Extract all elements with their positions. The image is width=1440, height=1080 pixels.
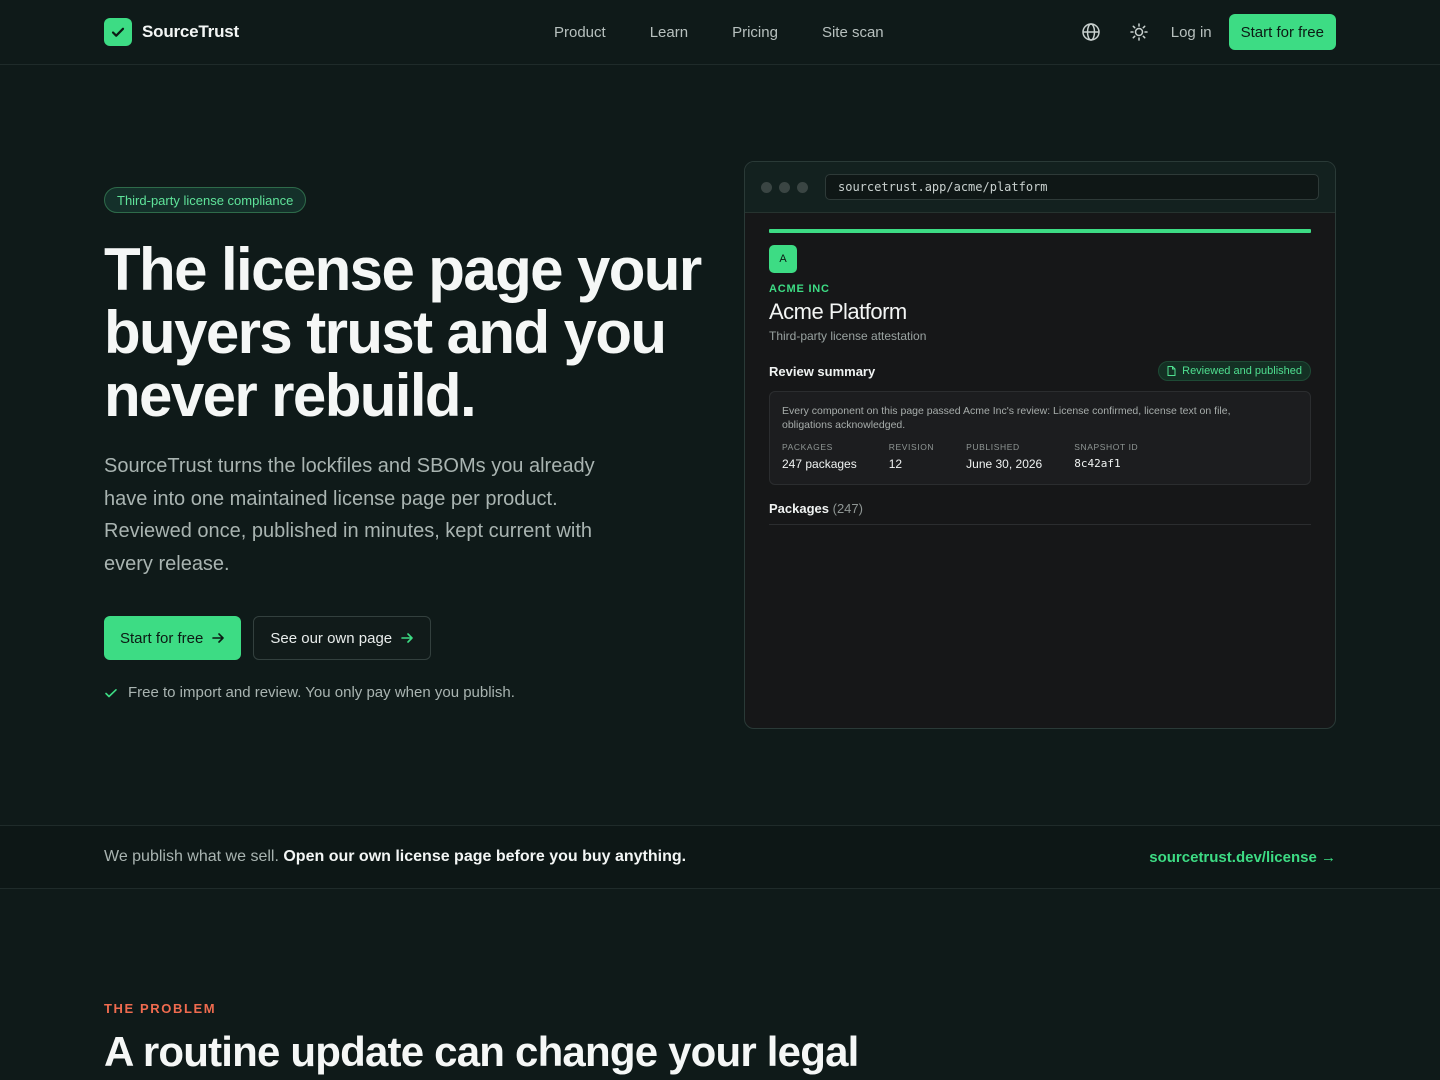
pricing-note: Free to import and review. You only pay … [104, 684, 515, 701]
stat-value: 12 [888, 457, 903, 471]
login-link[interactable]: Log in [1171, 24, 1212, 41]
brand[interactable]: SourceTrust [104, 18, 239, 46]
address-bar: sourcetrust.app/acme/platform [825, 174, 1319, 200]
stat-value: June 30, 2026 [966, 457, 1043, 471]
status-badge: Reviewed and published [1158, 361, 1311, 381]
status-badge-label: Reviewed and published [1182, 365, 1302, 377]
arrow-right-icon [212, 633, 225, 643]
section-eyebrow: THE PROBLEM [104, 1001, 217, 1016]
nav-link-learn[interactable]: Learn [650, 24, 688, 41]
start-free-button[interactable]: Start for free [104, 616, 242, 660]
pricing-note-text: Free to import and review. You only pay … [128, 684, 515, 701]
hero-subtitle: SourceTrust turns the lockfiles and SBOM… [104, 455, 595, 575]
check-icon [105, 688, 117, 697]
stat-revision: REVISION 12 [889, 442, 934, 471]
review-summary-text: Every component on this page passed Acme… [782, 405, 1231, 431]
proof-strip-text: We publish what we sell. Open our own li… [104, 848, 686, 866]
stat-label: PACKAGES [782, 442, 833, 452]
license-page-link[interactable]: sourcetrust.dev/license → [1149, 849, 1336, 866]
stat-label: PUBLISHED [966, 442, 1020, 452]
preview-page: A ACME INC Acme Platform Third-party lic… [745, 213, 1335, 525]
see-own-page-button[interactable]: See our own page [253, 616, 432, 660]
globe-icon[interactable] [1079, 20, 1103, 44]
problem-title: A routine update can change your legal [104, 1028, 859, 1075]
see-own-page-label: See our own page [270, 629, 393, 647]
accent-bar [769, 229, 1311, 233]
stat-packages: PACKAGES 247 packages [782, 442, 857, 471]
window-dot-icon [779, 181, 790, 193]
main-menu: Product Learn Pricing Site scan [554, 0, 884, 64]
stat-snapshot-id: SNAPSHOT ID 8c42af1 [1074, 442, 1138, 471]
nav-link-site-scan[interactable]: Site scan [822, 24, 884, 41]
proof-strip-lead: We publish what we sell. [104, 848, 279, 865]
category-pill: Third-party license compliance [104, 187, 307, 213]
nav-link-product[interactable]: Product [554, 24, 606, 41]
packages-header: Packages (247) [769, 501, 1311, 525]
start-free-label: Start for free [120, 629, 204, 647]
org-name: ACME INC [769, 283, 830, 295]
product-name: Acme Platform [769, 299, 907, 324]
browser-toolbar: sourcetrust.app/acme/platform [745, 162, 1335, 213]
check-logo-icon [104, 18, 132, 46]
stat-value: 247 packages [782, 457, 857, 471]
brand-name: SourceTrust [142, 22, 239, 41]
window-dot-icon [797, 181, 808, 193]
packages-label: Packages [769, 501, 829, 516]
document-icon [1167, 366, 1176, 376]
hero-buttons: Start for free See our own page [104, 616, 432, 660]
nav-link-pricing[interactable]: Pricing [732, 24, 778, 41]
sun-icon[interactable] [1127, 20, 1151, 44]
review-summary-title: Review summary [769, 363, 876, 379]
hero-title: The license page your buyers trust and y… [104, 236, 702, 429]
top-nav: SourceTrust Product Learn Pricing Site s… [0, 0, 1440, 65]
arrow-right-icon [401, 633, 413, 643]
start-free-nav-button[interactable]: Start for free [1228, 14, 1336, 50]
review-summary-header: Review summary Reviewed and published [769, 361, 1311, 381]
packages-count: (247) [832, 501, 863, 516]
proof-strip-strong: Open our own license page before you buy… [283, 848, 687, 865]
stat-label: SNAPSHOT ID [1074, 442, 1139, 452]
stat-value: 8c42af1 [1074, 457, 1121, 470]
product-preview-window: sourcetrust.app/acme/platform A ACME INC… [744, 161, 1336, 729]
window-dot-icon [761, 181, 772, 193]
stat-published: PUBLISHED June 30, 2026 [966, 442, 1042, 471]
proof-strip: We publish what we sell. Open our own li… [0, 825, 1440, 889]
stats-row: PACKAGES 247 packages REVISION 12 PUBLIS… [782, 442, 1298, 471]
stat-label: REVISION [888, 442, 935, 452]
org-avatar: A [769, 245, 797, 273]
review-summary-card: Every component on this page passed Acme… [769, 391, 1311, 485]
product-subtitle: Third-party license attestation [769, 329, 927, 343]
nav-actions: Log in Start for free [1079, 14, 1336, 50]
